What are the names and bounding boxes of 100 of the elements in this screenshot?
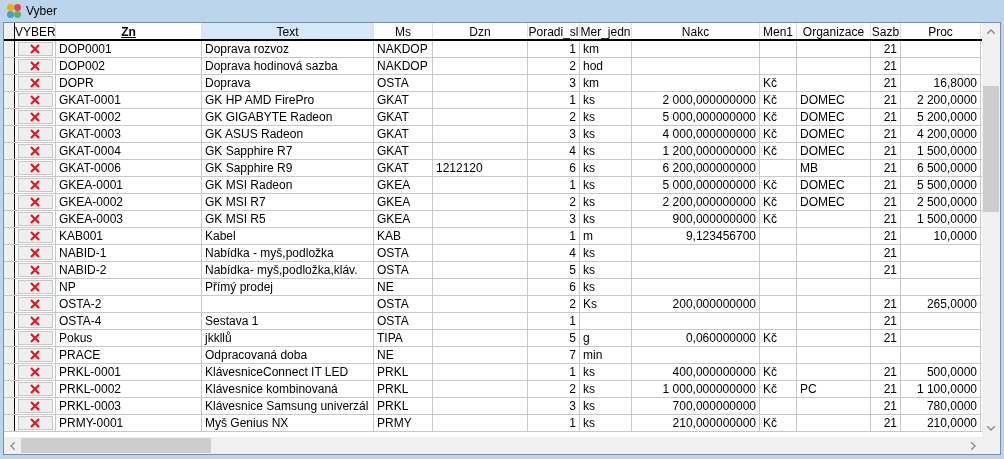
row-indicator[interactable] (4, 109, 15, 125)
row-indicator[interactable] (4, 279, 15, 295)
table-cell: GKEA (374, 194, 433, 210)
table-cell: DOMEC (797, 126, 871, 142)
delete-button[interactable] (17, 42, 53, 56)
table-cell: 1 (528, 177, 580, 193)
column-header[interactable]: Text (202, 23, 374, 39)
table-cell: KlávesniceConnect IT LED (202, 364, 374, 380)
row-indicator[interactable] (4, 313, 15, 329)
delete-button[interactable] (17, 178, 53, 192)
scrollbar-thumb[interactable] (21, 438, 211, 453)
delete-button[interactable] (17, 246, 53, 260)
column-header[interactable]: VYBER (15, 23, 56, 39)
table-cell: Nabídka - myš,podložka (202, 245, 374, 261)
delete-button[interactable] (17, 280, 53, 294)
delete-button[interactable] (17, 229, 53, 243)
scroll-right-icon[interactable] (971, 441, 976, 450)
delete-button[interactable] (17, 93, 53, 107)
row-indicator[interactable] (4, 75, 15, 91)
delete-button[interactable] (17, 331, 53, 345)
table-cell: 21 (871, 194, 901, 210)
delete-button[interactable] (17, 195, 53, 209)
delete-button[interactable] (17, 382, 53, 396)
table-cell: 1 (528, 415, 580, 431)
scroll-up-icon[interactable] (987, 29, 995, 34)
table-cell: GK MSI R5 (202, 211, 374, 227)
row-indicator[interactable] (4, 177, 15, 193)
table-cell: 10,0000 (901, 228, 981, 244)
delete-button[interactable] (17, 297, 53, 311)
table-cell: km (580, 75, 632, 91)
delete-icon (30, 282, 40, 292)
delete-button[interactable] (17, 76, 53, 90)
scrollbar-thumb[interactable] (983, 86, 999, 212)
scroll-left-icon[interactable] (10, 441, 15, 450)
row-indicator[interactable] (4, 143, 15, 159)
table-cell: PRKL (374, 381, 433, 397)
table-cell: OSTA (374, 296, 433, 312)
delete-button[interactable] (17, 365, 53, 379)
row-indicator[interactable] (4, 228, 15, 244)
table-cell: PRKL (374, 364, 433, 380)
table-cell: 21 (871, 296, 901, 312)
horizontal-scrollbar[interactable] (4, 437, 982, 454)
row-indicator[interactable] (4, 296, 15, 312)
table-cell: ks (580, 364, 632, 380)
delete-button[interactable] (17, 399, 53, 413)
table-cell: NP (56, 279, 202, 295)
delete-icon (30, 146, 40, 156)
row-indicator[interactable] (4, 245, 15, 261)
row-indicator[interactable] (4, 381, 15, 397)
table-cell: GKEA-0001 (56, 177, 202, 193)
row-indicator[interactable] (4, 330, 15, 346)
table-cell: 21 (871, 228, 901, 244)
table-cell: 6 (528, 160, 580, 176)
table-cell: 21 (871, 211, 901, 227)
row-indicator[interactable] (4, 398, 15, 414)
row-indicator[interactable] (4, 262, 15, 278)
row-indicator[interactable] (4, 347, 15, 363)
table-cell: NABID-2 (56, 262, 202, 278)
delete-button[interactable] (17, 161, 53, 175)
table-cell: GKAT-0003 (56, 126, 202, 142)
column-header[interactable]: Sazb (871, 23, 901, 39)
table-cell: 21 (871, 143, 901, 159)
column-header[interactable]: Men1 (760, 23, 797, 39)
delete-button[interactable] (17, 144, 53, 158)
row-indicator[interactable] (4, 126, 15, 142)
table-cell: 21 (871, 245, 901, 261)
row-indicator[interactable] (4, 41, 15, 57)
column-header[interactable]: Poradi_sl (528, 23, 580, 39)
vertical-scrollbar[interactable] (982, 23, 1000, 437)
table-cell: 700,000000000 (632, 398, 760, 414)
row-indicator[interactable] (4, 160, 15, 176)
table-cell: OSTA-4 (56, 313, 202, 329)
delete-button[interactable] (17, 110, 53, 124)
row-indicator[interactable] (4, 211, 15, 227)
delete-button[interactable] (17, 314, 53, 328)
row-indicator[interactable] (4, 92, 15, 108)
delete-icon (30, 299, 40, 309)
row-indicator[interactable] (4, 415, 15, 431)
table-cell: ks (580, 262, 632, 278)
delete-button[interactable] (17, 263, 53, 277)
delete-icon (30, 333, 40, 343)
delete-button[interactable] (17, 212, 53, 226)
row-indicator[interactable] (4, 364, 15, 380)
scroll-down-icon[interactable] (987, 426, 995, 431)
delete-button[interactable] (17, 348, 53, 362)
table-cell: ks (580, 245, 632, 261)
column-header[interactable]: Mer_jedn (580, 23, 632, 39)
table-cell: 1 500,0000 (901, 143, 981, 159)
table-cell: Kč (760, 92, 797, 108)
delete-icon (30, 214, 40, 224)
table-cell: 4 (528, 143, 580, 159)
delete-button[interactable] (17, 59, 53, 73)
table-cell: 1 100,0000 (901, 381, 981, 397)
table-cell: Klávesnice kombinovaná (202, 381, 374, 397)
delete-button[interactable] (17, 127, 53, 141)
row-indicator[interactable] (4, 58, 15, 74)
table-cell: Doprava rozvoz (202, 41, 374, 57)
row-indicator[interactable] (4, 194, 15, 210)
delete-button[interactable] (17, 416, 53, 430)
delete-icon (30, 163, 40, 173)
